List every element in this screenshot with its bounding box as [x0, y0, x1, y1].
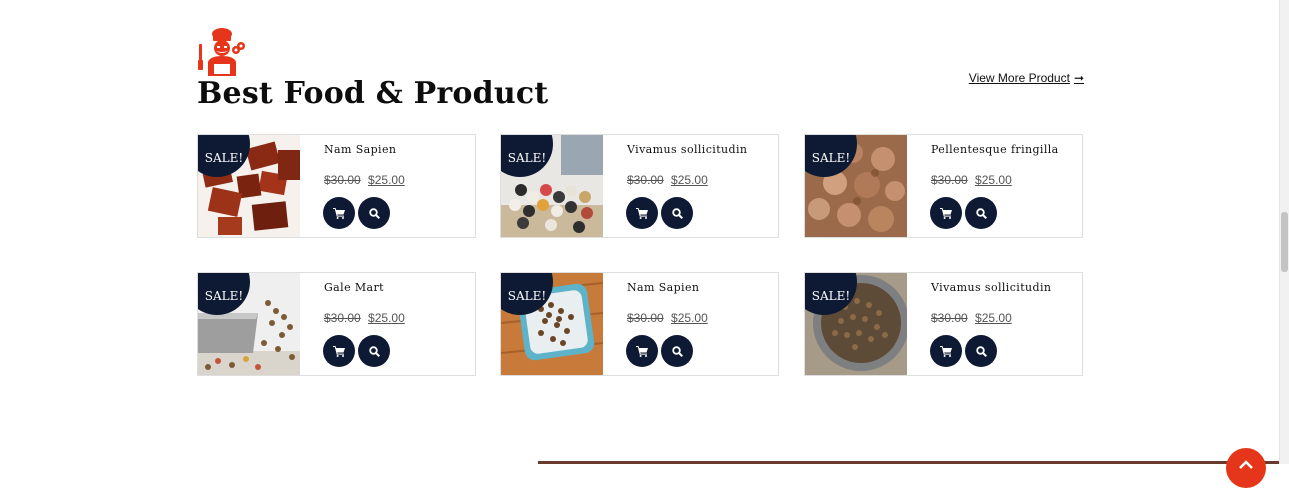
- old-price: $30.00: [931, 311, 968, 325]
- section-title: Best Food & Product: [197, 76, 549, 111]
- old-price: $30.00: [324, 173, 361, 187]
- sale-price: $25.00: [975, 173, 1012, 187]
- product-name[interactable]: Gale Mart: [324, 281, 384, 294]
- search-icon: [975, 345, 987, 357]
- product-image[interactable]: SALE!: [198, 273, 300, 375]
- product-card[interactable]: SALE! Vivamus sollicitudin $30.00 $25.00: [804, 272, 1083, 376]
- product-prices: $30.00 $25.00: [324, 311, 405, 325]
- product-image[interactable]: SALE!: [805, 135, 907, 237]
- add-to-cart-button[interactable]: [930, 335, 962, 367]
- product-prices: $30.00 $25.00: [324, 173, 405, 187]
- product-actions: [323, 197, 390, 229]
- product-name[interactable]: Nam Sapien: [324, 143, 396, 156]
- cart-icon: [940, 207, 952, 219]
- view-more-label: View More Product: [968, 71, 1070, 85]
- quick-view-button[interactable]: [661, 335, 693, 367]
- old-price: $30.00: [627, 173, 664, 187]
- view-more-product-link[interactable]: View More Product ➞: [969, 71, 1084, 85]
- product-card[interactable]: SALE! Nam Sapien $30.00 $25.00: [197, 134, 476, 238]
- quick-view-button[interactable]: [965, 197, 997, 229]
- search-icon: [671, 207, 683, 219]
- product-prices: $30.00 $25.00: [931, 173, 1012, 187]
- scrollbar-thumb[interactable]: [1281, 212, 1288, 272]
- product-actions: [626, 335, 693, 367]
- cart-icon: [940, 345, 952, 357]
- product-image[interactable]: SALE!: [501, 135, 603, 237]
- search-icon: [975, 207, 987, 219]
- quick-view-button[interactable]: [661, 197, 693, 229]
- quick-view-button[interactable]: [358, 197, 390, 229]
- product-actions: [930, 335, 997, 367]
- quick-view-button[interactable]: [358, 335, 390, 367]
- quick-view-button[interactable]: [965, 335, 997, 367]
- product-actions: [626, 197, 693, 229]
- product-image[interactable]: SALE!: [198, 135, 300, 237]
- cart-icon: [333, 345, 345, 357]
- product-card[interactable]: SALE! Vivamus sollicitudin $30.00 $25.00: [500, 134, 779, 238]
- product-name[interactable]: Vivamus sollicitudin: [627, 143, 747, 156]
- cart-icon: [636, 207, 648, 219]
- add-to-cart-button[interactable]: [626, 335, 658, 367]
- old-price: $30.00: [627, 311, 664, 325]
- search-icon: [368, 207, 380, 219]
- cart-icon: [333, 207, 345, 219]
- product-name[interactable]: Nam Sapien: [627, 281, 699, 294]
- product-name[interactable]: Pellentesque fringilla: [931, 143, 1059, 156]
- sale-price: $25.00: [368, 173, 405, 187]
- product-name[interactable]: Vivamus sollicitudin: [931, 281, 1051, 294]
- search-icon: [671, 345, 683, 357]
- scroll-to-top-button[interactable]: [1226, 448, 1266, 488]
- product-actions: [323, 335, 390, 367]
- old-price: $30.00: [931, 173, 968, 187]
- product-card[interactable]: SALE! Gale Mart $30.00 $25.00: [197, 272, 476, 376]
- add-to-cart-button[interactable]: [930, 197, 962, 229]
- chef-icon: [197, 26, 247, 78]
- cart-icon: [636, 345, 648, 357]
- add-to-cart-button[interactable]: [323, 335, 355, 367]
- sale-price: $25.00: [975, 311, 1012, 325]
- sale-price: $25.00: [671, 311, 708, 325]
- product-image[interactable]: SALE!: [501, 273, 603, 375]
- product-prices: $30.00 $25.00: [627, 173, 708, 187]
- search-icon: [368, 345, 380, 357]
- sale-price: $25.00: [671, 173, 708, 187]
- page-scrollbar[interactable]: [1279, 0, 1289, 464]
- arrow-right-icon: ➞: [1073, 71, 1084, 85]
- product-card[interactable]: SALE! Nam Sapien $30.00 $25.00: [500, 272, 779, 376]
- add-to-cart-button[interactable]: [626, 197, 658, 229]
- sale-price: $25.00: [368, 311, 405, 325]
- section-header: Best Food & Product View More Product ➞: [197, 26, 1084, 116]
- product-card[interactable]: SALE! Pellentesque fringilla $30.00 $25.…: [804, 134, 1083, 238]
- add-to-cart-button[interactable]: [323, 197, 355, 229]
- product-actions: [930, 197, 997, 229]
- product-prices: $30.00 $25.00: [627, 311, 708, 325]
- product-image[interactable]: SALE!: [805, 273, 907, 375]
- product-prices: $30.00 $25.00: [931, 311, 1012, 325]
- old-price: $30.00: [324, 311, 361, 325]
